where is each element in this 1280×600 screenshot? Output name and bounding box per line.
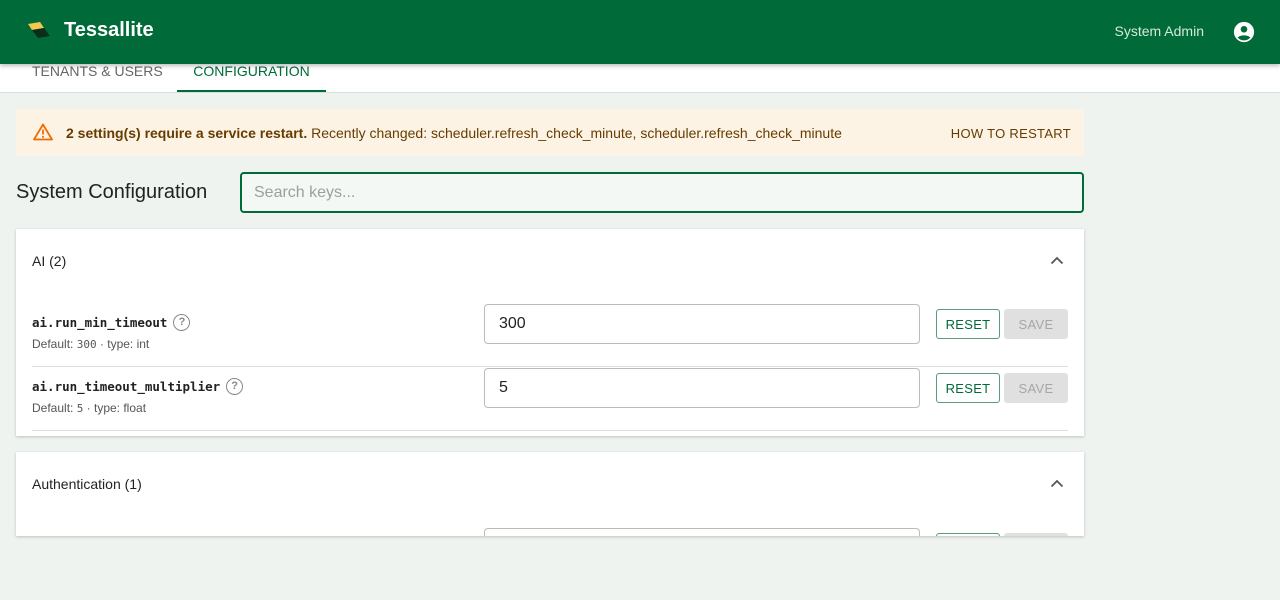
how-to-restart-button[interactable]: HOW TO RESTART [951,126,1071,141]
section-header[interactable]: AI (2) [32,253,66,269]
warning-icon [33,123,53,141]
tab-tenants-users[interactable]: TENANTS & USERS [16,64,179,92]
chevron-up-icon[interactable] [1050,256,1064,265]
chevron-up-icon[interactable] [1050,479,1064,488]
tab-label: CONFIGURATION [193,63,310,79]
setting-row: ai.run_min_timeout ? Default: 300 · type… [32,304,1068,367]
save-button[interactable] [1004,533,1068,536]
section-header[interactable]: Authentication (1) [32,476,142,492]
reset-button[interactable]: RESET [936,309,1000,339]
page-title: System Configuration [16,181,208,203]
setting-value-input[interactable] [484,368,920,408]
save-button[interactable]: SAVE [1004,309,1068,339]
restart-warning-alert: 2 setting(s) require a service restart. … [16,109,1084,156]
setting-key-text: ai.run_min_timeout [32,315,168,330]
setting-meta: Default: 300 · type: int [32,337,149,351]
setting-row: ai.run_timeout_multiplier ? Default: 5 ·… [32,368,1068,431]
tab-bar: TENANTS & USERS CONFIGURATION [0,64,1280,93]
default-label: Default: [32,337,74,351]
user-name: System Admin [1114,23,1204,39]
section-ai: AI (2) ai.run_min_timeout ? Default: 300… [16,229,1084,436]
help-icon[interactable]: ? [226,378,244,395]
setting-meta: Default: 5 · type: float [32,401,146,415]
help-icon[interactable]: ? [173,314,191,331]
save-button[interactable]: SAVE [1004,373,1068,403]
setting-value-input[interactable] [484,304,920,344]
setting-value-input[interactable] [484,528,920,536]
search-input[interactable] [240,172,1084,213]
setting-key: ai.run_min_timeout ? [32,314,191,331]
alert-bold-text: 2 setting(s) require a service restart. [66,125,308,141]
section-authentication: Authentication (1) auth.jwt_expire_minut… [16,452,1084,536]
tab-configuration[interactable]: CONFIGURATION [177,64,326,92]
brand-name[interactable]: Tessallite [64,19,154,42]
alert-message: 2 setting(s) require a service restart. … [66,125,842,141]
default-value: 300 [76,338,97,351]
setting-key-text: ai.run_timeout_multiplier [32,379,221,394]
account-circle-icon[interactable] [1233,21,1255,43]
app-bar: Tessallite System Admin [0,0,1280,64]
logo-icon [28,22,50,38]
setting-row: auth.jwt_expire_minutes ? [32,528,1068,536]
reset-button[interactable] [936,533,1000,536]
setting-key: ai.run_timeout_multiplier ? [32,378,244,395]
default-label: Default: [32,401,74,415]
reset-button[interactable]: RESET [936,373,1000,403]
alert-detail-text: Recently changed: scheduler.refresh_chec… [307,125,842,141]
type-label: · type: float [83,401,147,415]
tab-label: TENANTS & USERS [32,63,163,79]
type-label: · type: int [96,337,150,351]
